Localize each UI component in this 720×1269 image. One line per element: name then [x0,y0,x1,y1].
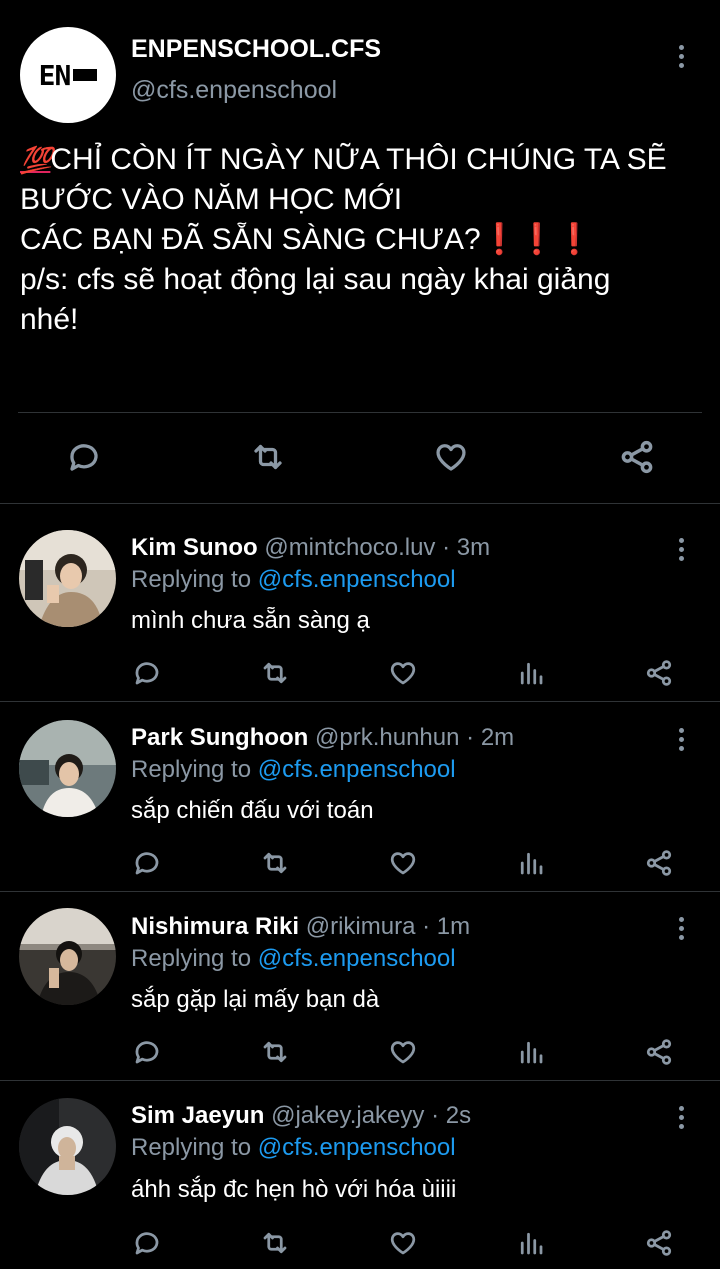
main-post: EN ENPENSCHOOL.CFS @cfs.enpenschool 💯CHỈ… [0,0,720,504]
views-icon[interactable] [515,847,547,879]
replying-to: Replying to @cfs.enpenschool [131,566,456,594]
share-icon[interactable] [643,1227,675,1259]
replying-to-link[interactable]: @cfs.enpenschool [258,1134,456,1161]
heart-icon[interactable] [387,1036,419,1068]
heart-icon[interactable] [387,657,419,689]
post-line-2: BƯỚC VÀO NĂM HỌC MỚI [20,183,403,216]
reply-time: 3m [456,534,491,561]
reply-header: Nishimura Riki @rikimura · 1m [131,913,470,941]
share-icon[interactable] [643,657,675,689]
more-options-icon[interactable] [669,1106,693,1129]
reply-icon[interactable] [131,1227,163,1259]
exclamation-emoji-icon: ❗❗❗ [480,223,593,256]
reply-item[interactable]: Sim Jaeyun @jakey.jakeyy · 2s Replying t… [0,1081,720,1269]
reply-text: mình chưa sẵn sàng ạ [131,607,370,634]
reply-icon[interactable] [131,1036,163,1068]
reply-icon[interactable] [131,847,163,879]
views-icon[interactable] [515,657,547,689]
post-line-3: CÁC BẠN ĐÃ SẴN SÀNG CHƯA? [20,223,481,256]
reply-icon[interactable] [64,437,104,477]
replying-to: Replying to @cfs.enpenschool [131,945,456,973]
post-line-5: nhé! [20,303,79,336]
separator: · [466,724,475,751]
retweet-icon[interactable] [257,847,293,879]
author-handle[interactable]: @cfs.enpenschool [131,76,337,105]
share-icon[interactable] [643,847,675,879]
post-text: 💯CHỈ CÒN ÍT NGÀY NỮA THÔI CHÚNG TA SẼ BƯ… [20,140,710,340]
divider [18,412,702,413]
replying-label: Replying to [131,566,252,593]
reply-header: Kim Sunoo @mintchoco.luv · 3m [131,534,490,562]
logo-text: EN [38,58,72,92]
replying-label: Replying to [131,756,252,783]
heart-icon[interactable] [430,437,472,477]
heart-icon[interactable] [387,1227,419,1259]
reply-author-handle[interactable]: @mintchoco.luv [264,534,435,561]
avatar[interactable] [19,720,116,817]
retweet-icon[interactable] [257,1227,293,1259]
reply-text: áhh sắp đc hẹn hò với hóa ùiiii [131,1176,457,1203]
views-icon[interactable] [515,1227,547,1259]
reply-time: 2s [445,1102,472,1129]
author-name[interactable]: ENPENSCHOOL.CFS [131,35,381,64]
reply-item[interactable]: Park Sunghoon @prk.hunhun · 2m Replying … [0,702,720,892]
reply-time: 2m [480,724,515,751]
separator: · [431,1102,440,1129]
reply-author-name[interactable]: Kim Sunoo [131,534,258,561]
post-line-1: CHỈ CÒN ÍT NGÀY NỮA THÔI CHÚNG TA SẼ [50,143,667,176]
reply-author-name[interactable]: Sim Jaeyun [131,1102,264,1129]
reply-author-handle[interactable]: @prk.hunhun [315,724,459,751]
avatar[interactable] [19,530,116,627]
reply-header: Park Sunghoon @prk.hunhun · 2m [131,724,514,752]
reply-author-handle[interactable]: @jakey.jakeyy [271,1102,424,1129]
reply-header: Sim Jaeyun @jakey.jakeyy · 2s [131,1102,471,1130]
heart-icon[interactable] [387,847,419,879]
retweet-icon[interactable] [257,657,293,689]
reply-text: sắp chiến đấu với toán [131,797,374,824]
reply-author-name[interactable]: Park Sunghoon [131,724,308,751]
avatar[interactable]: EN [20,27,116,123]
reply-item[interactable]: Nishimura Riki @rikimura · 1m Replying t… [0,892,720,1081]
reply-icon[interactable] [131,657,163,689]
retweet-icon[interactable] [257,1036,293,1068]
more-options-icon[interactable] [669,917,693,940]
more-options-icon[interactable] [669,728,693,751]
post-line-4: p/s: cfs sẽ hoạt động lại sau ngày khai … [20,263,611,296]
reply-author-handle[interactable]: @rikimura [306,913,416,940]
share-icon[interactable] [616,437,658,477]
replying-to-link[interactable]: @cfs.enpenschool [258,566,456,593]
views-icon[interactable] [515,1036,547,1068]
more-options-icon[interactable] [669,45,693,68]
share-icon[interactable] [643,1036,675,1068]
reply-text: sắp gặp lại mấy bạn dà [131,986,380,1013]
hundred-emoji-icon: 💯 [20,145,52,175]
avatar[interactable] [19,908,116,1005]
retweet-icon[interactable] [246,437,290,477]
reply-time: 1m [436,913,471,940]
more-options-icon[interactable] [669,538,693,561]
separator: · [422,913,431,940]
replying-to: Replying to @cfs.enpenschool [131,756,456,784]
reply-item[interactable]: Kim Sunoo @mintchoco.luv · 3m Replying t… [0,504,720,702]
replying-to-link[interactable]: @cfs.enpenschool [258,756,456,783]
replying-to-link[interactable]: @cfs.enpenschool [258,945,456,972]
replying-label: Replying to [131,1134,252,1161]
reply-author-name[interactable]: Nishimura Riki [131,913,299,940]
en-logo: EN [39,59,98,92]
replying-to: Replying to @cfs.enpenschool [131,1134,456,1162]
replying-label: Replying to [131,945,252,972]
separator: · [442,534,451,561]
avatar[interactable] [19,1098,116,1195]
